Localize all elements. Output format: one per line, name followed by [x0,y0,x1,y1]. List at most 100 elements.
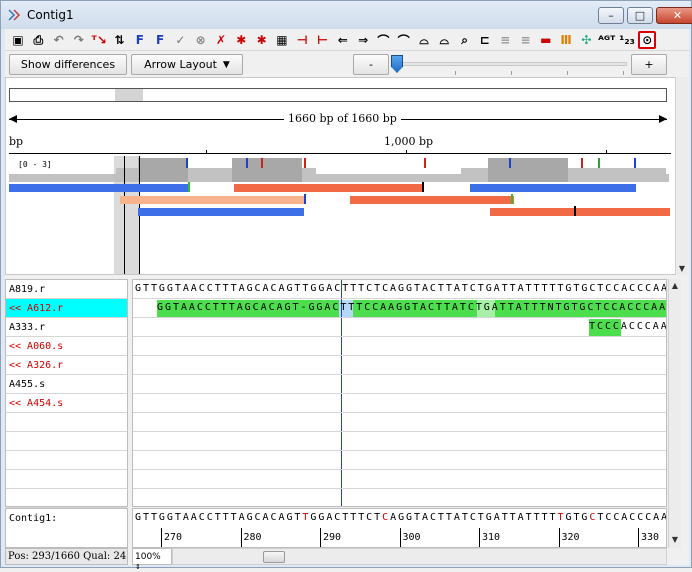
sort-icon[interactable]: ⇅ [111,31,129,49]
minimize-button[interactable]: – [598,7,624,24]
consensus-segment: GTTGGTAACCTTTAGCACAGT [135,512,303,523]
scroll-down-icon[interactable]: ▼ [669,533,681,546]
print-icon[interactable]: ⎙ [29,31,47,49]
align-alt-icon[interactable]: ≡ [517,31,535,49]
app-icon [8,9,21,21]
read-arrow[interactable] [470,184,636,192]
zoom-slider-track[interactable] [395,62,627,66]
scrollbar-thumb[interactable] [263,551,285,563]
star-left-icon[interactable]: ✱ [232,31,250,49]
overview-navigator[interactable] [9,88,667,102]
zoom-in-button[interactable]: + [631,54,667,75]
empty-row [133,413,666,432]
difference-marker [246,158,248,168]
find-forward-alt-icon[interactable]: F [151,31,169,49]
shift-left-icon[interactable]: ⇐ [334,31,352,49]
check-icon[interactable]: ✓ [171,31,189,49]
read-name-row[interactable]: A819.r [6,280,127,299]
link-icon[interactable]: ⊙ [638,31,657,49]
redo-icon[interactable]: ↷ [70,31,88,49]
window-title: Contig1 [27,8,74,22]
save-icon[interactable]: ▣ [9,31,27,49]
scroll-up-icon[interactable]: ▲ [669,279,681,292]
tree-icon[interactable]: ⊏ [476,31,494,49]
trim-icon[interactable]: ᵀ↘ [90,31,108,49]
star-right-icon[interactable]: ✱ [253,31,271,49]
consensus-name: Contig1: [9,513,58,524]
zoom-out-button[interactable]: - [353,54,389,75]
read-arrow[interactable] [234,184,424,192]
delete-gap-icon[interactable]: ⊢ [314,31,332,49]
overview-scrollbar[interactable]: ▼ [675,77,688,275]
zoom-selector[interactable]: 100% ⇕ [132,548,172,571]
difference-marker [304,194,306,204]
read-arrow[interactable] [138,208,304,216]
stepper-icon[interactable]: ⇕ [135,563,141,571]
empty-row [133,451,666,470]
cancel-icon[interactable]: ⊗ [192,31,210,49]
translate-icon[interactable]: ᴬᴳᵀ [598,31,616,49]
empty-row [6,489,127,508]
find-forward-icon[interactable]: F [131,31,149,49]
region-boundary [124,156,125,274]
zoom-icon[interactable]: ⌕ [456,31,474,49]
empty-row [133,432,666,451]
shift-down-icon[interactable]: ⌒ [395,31,413,49]
read-name-row[interactable]: << A612.r [6,299,127,318]
read-name-row[interactable]: A455.s [6,375,127,394]
zoom-value: 100% [135,552,161,562]
remove-icon[interactable]: ✗ [212,31,230,49]
scale-tick [606,150,607,154]
read-arrow[interactable] [490,208,670,216]
flag-icon[interactable]: ▬ [537,31,555,49]
contig-overview[interactable]: 1660 bp of 1660 bp bp 1,000 bp [0 - 3] [5,77,685,275]
show-differences-button[interactable]: Show differences [9,54,127,75]
read-name-row[interactable]: A333.r [6,318,127,337]
read-arrow[interactable] [9,184,189,192]
shift-up-icon[interactable]: ⌒ [374,31,392,49]
alignment-scrollbar[interactable]: ▲ ▼ [668,279,681,548]
visible-region [114,156,140,274]
coverage-block [232,158,302,182]
read-arrow[interactable] [350,196,514,204]
read-sequence: GTTGGTAACCTTTAGCACAGTTGGACTTTCTCAGGTACTT… [135,283,667,294]
horizontal-scrollbar[interactable] [172,548,667,565]
difference-marker [511,194,513,204]
alignment-panel[interactable]: GTTGGTAACCTTTAGCACAGTTGGACTTTCTCAGGTACTT… [132,279,667,507]
coverage-block [488,158,568,182]
position-label: 300 [402,532,421,543]
difference-marker [574,206,576,216]
empty-row [133,470,666,489]
collapse-icon[interactable]: ⌓ [415,31,433,49]
read-sequence-row [133,318,666,337]
number-icon[interactable]: ¹₂₃ [618,31,636,49]
align-icon[interactable]: ≡ [496,31,514,49]
position-tick [479,528,480,547]
chevron-down-icon: ▼ [222,59,230,70]
consensus-mismatch: C [382,512,391,523]
read-arrow[interactable] [120,196,306,204]
binoculars-icon[interactable]: ▦ [273,31,291,49]
primer-icon[interactable]: ✣ [577,31,595,49]
close-button[interactable]: ✕ [656,7,692,24]
undo-icon[interactable]: ↶ [50,31,68,49]
empty-row [6,432,127,451]
shift-right-icon[interactable]: ⇒ [354,31,372,49]
difference-marker [634,158,636,168]
read-name-row[interactable]: << A060.s [6,337,127,356]
title-bar[interactable]: Contig1 – □ ✕ [1,1,692,29]
expand-icon[interactable]: ⌓ [435,31,453,49]
position-label: 310 [482,532,501,543]
coverage-range: [0 - 3] [18,160,52,169]
arrow-layout-dropdown[interactable]: Arrow Layout ▼ [131,54,243,75]
slider-tick [511,71,512,75]
zoom-slider-thumb[interactable] [391,55,403,73]
read-name-row[interactable]: << A326.r [6,356,127,375]
show-differences-label: Show differences [20,58,116,71]
chromatogram-icon[interactable]: Ⅲ [557,31,575,49]
read-name-row[interactable]: << A454.s [6,394,127,413]
overview-viewport[interactable] [115,89,143,101]
maximize-button[interactable]: □ [627,7,653,24]
scroll-down-icon[interactable]: ▼ [676,262,688,275]
insert-gap-icon[interactable]: ⊣ [293,31,311,49]
